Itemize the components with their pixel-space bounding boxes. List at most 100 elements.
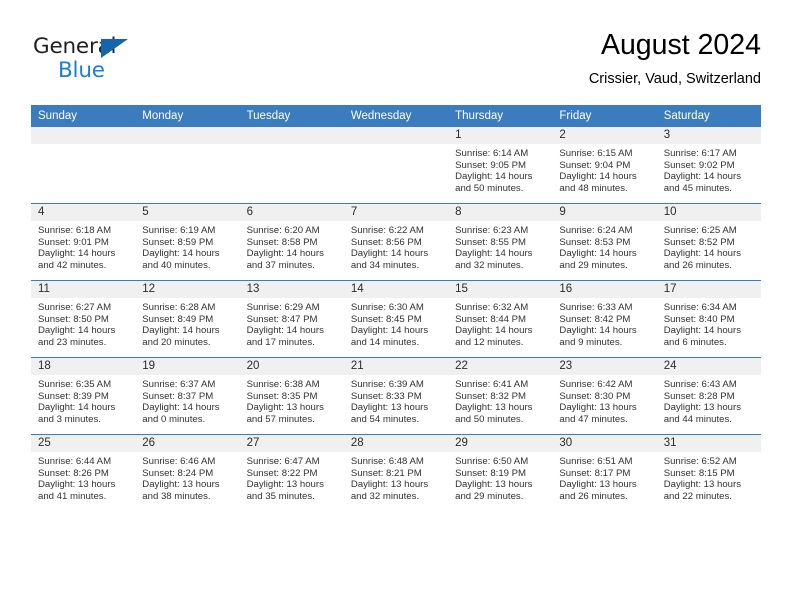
calendar-day-cell[interactable]: 23 Sunrise: 6:42 AM Sunset: 8:30 PM Dayligh… bbox=[552, 357, 657, 435]
calendar-day-cell[interactable]: 7 Sunrise: 6:22 AM Sunset: 8:56 PM Daylight… bbox=[343, 203, 449, 281]
calendar-day-cell[interactable]: 4 Sunrise: 6:18 AM Sunset: 9:01 PM Daylight… bbox=[31, 203, 136, 281]
calendar-day-cell[interactable]: 30 Sunrise: 6:51 AM Sunset: 8:17 PM Dayligh… bbox=[552, 434, 657, 511]
day-sunrise-text: Sunrise: 6:41 AM bbox=[455, 379, 529, 390]
calendar-day-cell[interactable]: 8 Sunrise: 6:23 AM Sunset: 8:55 PM Daylight… bbox=[448, 203, 553, 281]
day-details: Sunrise: 6:15 AM Sunset: 9:04 PM Daylight:… bbox=[552, 144, 656, 194]
day-daylight-2-text: and 12 minutes. bbox=[455, 336, 524, 348]
calendar-day-cell[interactable]: 18 Sunrise: 6:35 AM Sunset: 8:39 PM Dayligh… bbox=[31, 357, 136, 435]
day-daylight-2-text: and 17 minutes. bbox=[246, 336, 315, 348]
calendar-day-cell[interactable]: 26 Sunrise: 6:46 AM Sunset: 8:24 PM Dayligh… bbox=[135, 434, 240, 511]
day-daylight-2-text: and 34 minutes. bbox=[350, 259, 420, 271]
day-sunset-text: Sunset: 9:01 PM bbox=[38, 236, 109, 248]
calendar-empty-cell bbox=[239, 127, 344, 204]
calendar-day-cell[interactable]: 3 Sunrise: 6:17 AM Sunset: 9:02 PM Daylight… bbox=[656, 127, 761, 204]
day-sunrise-text: Sunrise: 6:25 AM bbox=[663, 225, 737, 236]
day-sunrise-text: Sunrise: 6:14 AM bbox=[455, 148, 529, 159]
day-daylight-2-text: and 48 minutes. bbox=[559, 182, 628, 194]
day-details: Sunrise: 6:23 AM Sunset: 8:55 PM Daylight:… bbox=[448, 221, 552, 271]
day-daylight-2-text: and 41 minutes. bbox=[38, 490, 107, 502]
day-daylight-1-text: Daylight: 14 hours bbox=[142, 325, 220, 337]
day-daylight-2-text: and 20 minutes. bbox=[142, 336, 211, 348]
day-details: Sunrise: 6:14 AM Sunset: 9:05 PM Daylight:… bbox=[448, 144, 552, 194]
calendar-week-row: 25 Sunrise: 6:44 AM Sunset: 8:26 PM Dayligh… bbox=[31, 434, 761, 511]
day-sunrise-text: Sunrise: 6:34 AM bbox=[663, 302, 737, 313]
calendar-day-cell[interactable]: 12 Sunrise: 6:28 AM Sunset: 8:49 PM Dayligh… bbox=[135, 280, 240, 358]
day-daylight-1-text: Daylight: 14 hours bbox=[350, 325, 429, 337]
calendar-day-cell[interactable]: 25 Sunrise: 6:44 AM Sunset: 8:26 PM Dayligh… bbox=[31, 434, 136, 511]
day-number: 26 bbox=[135, 435, 240, 452]
day-sunset-text: Sunset: 8:30 PM bbox=[559, 390, 631, 402]
general-blue-logo[interactable]: General Blue bbox=[31, 34, 231, 92]
day-sunset-text: Sunset: 8:17 PM bbox=[559, 467, 631, 479]
title-block: August 2024 Crissier, Vaud, Switzerland bbox=[589, 28, 761, 89]
day-number: 29 bbox=[448, 435, 553, 452]
day-sunset-text: Sunset: 8:28 PM bbox=[663, 390, 735, 402]
day-daylight-2-text: and 35 minutes. bbox=[246, 490, 315, 502]
day-number: 9 bbox=[552, 204, 657, 221]
day-details: Sunrise: 6:35 AM Sunset: 8:39 PM Daylight:… bbox=[31, 375, 135, 425]
day-number bbox=[31, 127, 136, 144]
calendar-day-cell[interactable]: 17 Sunrise: 6:34 AM Sunset: 8:40 PM Dayligh… bbox=[656, 280, 761, 358]
day-daylight-1-text: Daylight: 13 hours bbox=[559, 479, 637, 491]
day-daylight-1-text: Daylight: 14 hours bbox=[455, 325, 533, 337]
day-number: 22 bbox=[448, 358, 553, 375]
calendar-day-cell[interactable]: 14 Sunrise: 6:30 AM Sunset: 8:45 PM Dayligh… bbox=[343, 280, 449, 358]
calendar-day-cell[interactable]: 27 Sunrise: 6:47 AM Sunset: 8:22 PM Dayligh… bbox=[239, 434, 344, 511]
calendar-day-cell[interactable]: 1 Sunrise: 6:14 AM Sunset: 9:05 PM Daylight… bbox=[448, 127, 553, 204]
calendar-day-cell[interactable]: 5 Sunrise: 6:19 AM Sunset: 8:59 PM Daylight… bbox=[135, 203, 240, 281]
page-header: General Blue August 2024 Crissier, Vaud,… bbox=[31, 28, 761, 100]
day-daylight-2-text: and 47 minutes. bbox=[559, 413, 628, 425]
day-daylight-1-text: Daylight: 14 hours bbox=[246, 248, 324, 260]
calendar-day-cell[interactable]: 6 Sunrise: 6:20 AM Sunset: 8:58 PM Daylight… bbox=[239, 203, 344, 281]
day-sunset-text: Sunset: 8:40 PM bbox=[663, 313, 735, 325]
day-number: 2 bbox=[552, 127, 657, 144]
calendar-week-row: 11 Sunrise: 6:27 AM Sunset: 8:50 PM Dayligh… bbox=[31, 280, 761, 358]
day-details: Sunrise: 6:44 AM Sunset: 8:26 PM Daylight:… bbox=[31, 452, 135, 502]
day-details: Sunrise: 6:46 AM Sunset: 8:24 PM Daylight:… bbox=[135, 452, 239, 502]
calendar-day-cell[interactable]: 20 Sunrise: 6:38 AM Sunset: 8:35 PM Dayligh… bbox=[239, 357, 344, 435]
calendar-day-cell[interactable]: 13 Sunrise: 6:29 AM Sunset: 8:47 PM Dayligh… bbox=[239, 280, 344, 358]
calendar-day-cell[interactable]: 29 Sunrise: 6:50 AM Sunset: 8:19 PM Dayligh… bbox=[448, 434, 553, 511]
calendar-day-cell[interactable]: 2 Sunrise: 6:15 AM Sunset: 9:04 PM Daylight… bbox=[552, 127, 657, 204]
calendar-day-cell[interactable]: 10 Sunrise: 6:25 AM Sunset: 8:52 PM Dayligh… bbox=[656, 203, 761, 281]
day-sunrise-text: Sunrise: 6:27 AM bbox=[38, 302, 112, 313]
calendar-day-cell[interactable]: 9 Sunrise: 6:24 AM Sunset: 8:53 PM Daylight… bbox=[552, 203, 657, 281]
day-number: 15 bbox=[448, 281, 553, 298]
day-details: Sunrise: 6:50 AM Sunset: 8:19 PM Daylight:… bbox=[448, 452, 552, 502]
day-daylight-1-text: Daylight: 14 hours bbox=[38, 325, 116, 337]
page-title: August 2024 bbox=[600, 29, 761, 61]
calendar-day-cell[interactable]: 11 Sunrise: 6:27 AM Sunset: 8:50 PM Dayligh… bbox=[31, 280, 136, 358]
day-sunrise-text: Sunrise: 6:42 AM bbox=[559, 379, 633, 390]
calendar-day-cell[interactable]: 19 Sunrise: 6:37 AM Sunset: 8:37 PM Dayligh… bbox=[135, 357, 240, 435]
day-daylight-2-text: and 29 minutes. bbox=[559, 259, 628, 271]
day-daylight-2-text: and 37 minutes. bbox=[246, 259, 315, 271]
day-details: Sunrise: 6:19 AM Sunset: 8:59 PM Daylight:… bbox=[135, 221, 239, 271]
day-daylight-1-text: Daylight: 13 hours bbox=[38, 479, 116, 491]
day-daylight-1-text: Daylight: 14 hours bbox=[663, 171, 742, 183]
day-number: 7 bbox=[343, 204, 449, 221]
day-daylight-2-text: and 40 minutes. bbox=[142, 259, 211, 271]
page-subtitle: Crissier, Vaud, Switzerland bbox=[588, 71, 761, 87]
calendar-day-cell[interactable]: 16 Sunrise: 6:33 AM Sunset: 8:42 PM Dayligh… bbox=[552, 280, 657, 358]
day-sunrise-text: Sunrise: 6:20 AM bbox=[246, 225, 320, 236]
calendar-empty-cell bbox=[343, 127, 449, 204]
day-sunrise-text: Sunrise: 6:46 AM bbox=[142, 456, 216, 467]
day-sunrise-text: Sunrise: 6:37 AM bbox=[142, 379, 216, 390]
day-daylight-1-text: Daylight: 13 hours bbox=[246, 402, 324, 414]
day-number: 8 bbox=[448, 204, 553, 221]
calendar-day-cell[interactable]: 31 Sunrise: 6:52 AM Sunset: 8:15 PM Dayligh… bbox=[656, 434, 761, 511]
day-details bbox=[135, 144, 239, 148]
day-details bbox=[240, 144, 344, 148]
calendar-day-cell[interactable]: 21 Sunrise: 6:39 AM Sunset: 8:33 PM Dayligh… bbox=[343, 357, 449, 435]
day-details bbox=[31, 144, 135, 148]
logo-triangle-icon bbox=[101, 39, 128, 58]
day-number: 28 bbox=[343, 435, 449, 452]
calendar-day-cell[interactable]: 15 Sunrise: 6:32 AM Sunset: 8:44 PM Dayligh… bbox=[448, 280, 553, 358]
day-details: Sunrise: 6:41 AM Sunset: 8:32 PM Daylight:… bbox=[448, 375, 552, 425]
day-daylight-1-text: Daylight: 14 hours bbox=[455, 248, 533, 260]
day-details: Sunrise: 6:25 AM Sunset: 8:52 PM Daylight:… bbox=[657, 221, 761, 271]
day-daylight-2-text: and 32 minutes. bbox=[455, 259, 524, 271]
calendar-day-cell[interactable]: 22 Sunrise: 6:41 AM Sunset: 8:32 PM Dayligh… bbox=[448, 357, 553, 435]
calendar-day-cell[interactable]: 28 Sunrise: 6:48 AM Sunset: 8:21 PM Dayligh… bbox=[343, 434, 449, 511]
calendar-day-cell[interactable]: 24 Sunrise: 6:43 AM Sunset: 8:28 PM Dayligh… bbox=[656, 357, 761, 435]
